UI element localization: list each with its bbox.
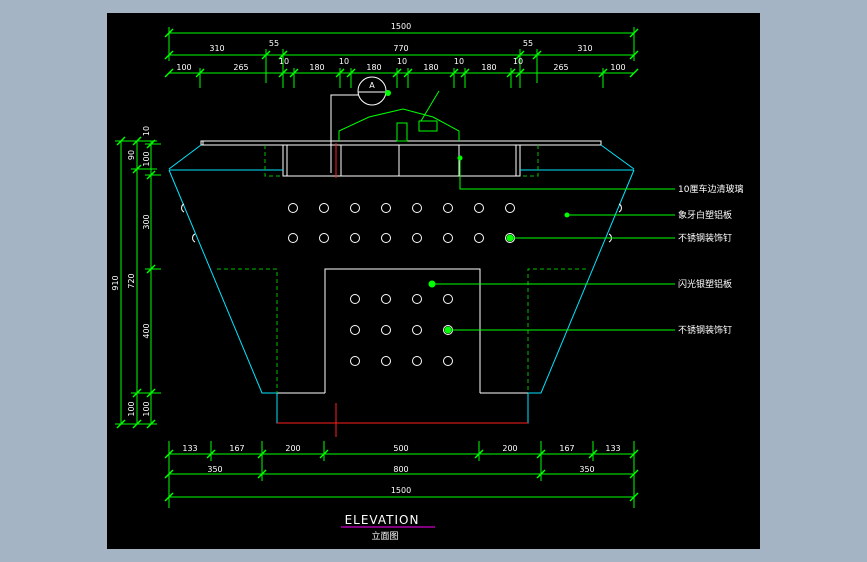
dim-top-row3: 10 [513,57,523,66]
dim-top-row3: 10 [279,57,289,66]
dim-left-inner: 10 [142,126,151,136]
dim-left-middle: 90 [127,150,136,160]
dim-top-row3: 180 [366,63,381,72]
dim-bottom-row1: 500 [393,444,408,453]
dim-bottom-row1: 167 [229,444,244,453]
callout-steel-nail-lower: 不锈钢装饰钉 [678,324,732,336]
drawing-subtitle: 立面图 [371,530,398,542]
dim-top-row2: 310 [209,44,224,53]
section-marker: A [330,76,391,173]
dim-top-row3: 100 [610,63,625,72]
top-fixture [338,90,460,142]
dim-top-row3: 180 [309,63,324,72]
dim-bottom-row1: 133 [182,444,197,453]
dim-bottom-row1: 200 [285,444,300,453]
callout-steel-nail-upper: 不锈钢装饰钉 [678,232,732,244]
dim-top-row3: 265 [233,63,248,72]
section-bubble-label: A [369,81,375,90]
elevation-drawing: 1500 310 55 770 55 310 100 265 10 180 10… [111,22,743,542]
callout-leaders [428,155,675,334]
dim-bottom-row1: 133 [605,444,620,453]
dim-bottom-total: 1500 [391,486,411,495]
dim-left-inner: 100 [142,151,151,166]
dim-top-row3: 180 [423,63,438,72]
callout-clear-glass: 10厘车边清玻璃 [678,183,743,195]
dim-top-total: 1500 [391,22,411,31]
dim-left-middle: 100 [127,401,136,416]
dim-left-outer: 910 [111,275,120,290]
cad-drawing-canvas: 1500 310 55 770 55 310 100 265 10 180 10… [107,13,760,549]
drawing-title: ELEVATION [345,513,420,527]
callout-silver-panel: 闪光银塑铝板 [678,278,732,290]
dim-bottom-row2: 800 [393,465,408,474]
dim-bottom-row2: 350 [207,465,222,474]
dim-top-row3: 265 [553,63,568,72]
dim-left-inner: 400 [142,323,151,338]
dim-top-row2: 770 [393,44,408,53]
callout-ivory-panel: 象牙白塑铝板 [678,209,732,221]
dim-top-row3: 180 [481,63,496,72]
dim-top-row2: 55 [523,39,533,48]
dim-top-row3: 10 [339,57,349,66]
dim-bottom-row1: 167 [559,444,574,453]
dim-top-row2: 310 [577,44,592,53]
dim-left-inner: 100 [142,401,151,416]
dim-left-inner: 300 [142,214,151,229]
counter-outline [200,140,602,394]
dim-bottom-row1: 200 [502,444,517,453]
dim-top-row3: 10 [454,57,464,66]
dim-left-middle: 720 [127,273,136,288]
dim-top-row3: 100 [176,63,191,72]
dim-bottom-row2: 350 [579,465,594,474]
dim-top-row3: 10 [397,57,407,66]
dim-top-row2: 55 [269,39,279,48]
